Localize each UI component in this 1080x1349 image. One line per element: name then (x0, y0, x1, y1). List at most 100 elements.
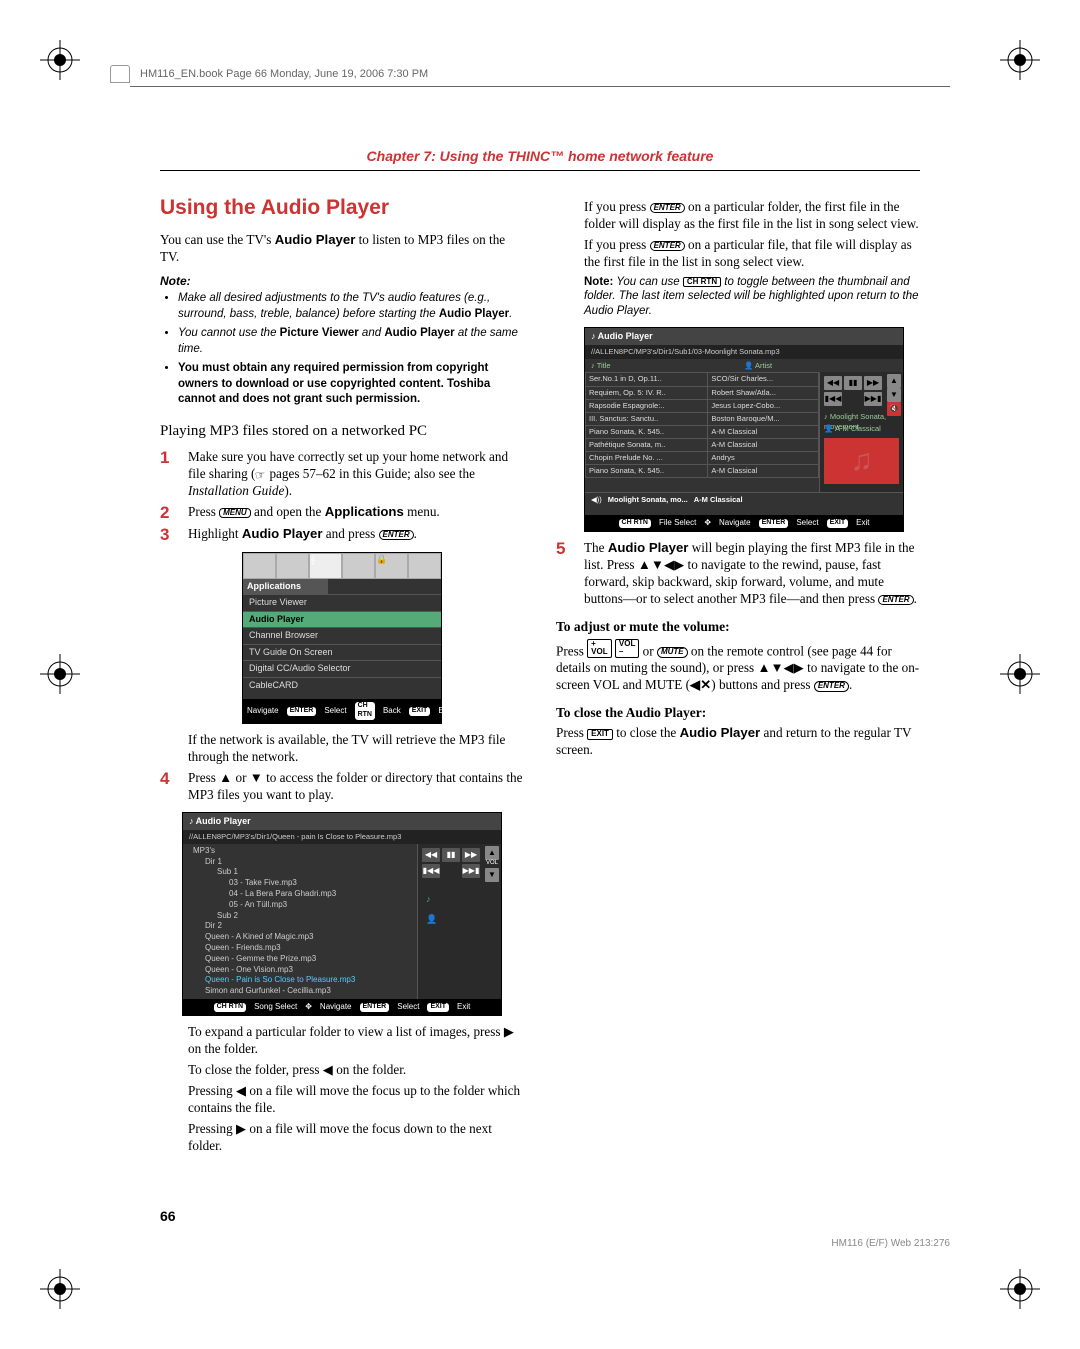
step-number: 2 (160, 504, 176, 522)
reg-mark-icon (1000, 654, 1040, 694)
osd-tab-icon (276, 553, 309, 579)
skip-fwd-icon: ▶▶▮ (462, 864, 480, 878)
enter-key-icon: ENTER (379, 530, 414, 540)
rewind-icon: ◀◀ (422, 848, 440, 862)
page-header-line: HM116_EN.book Page 66 Monday, June 19, 2… (110, 65, 428, 83)
step4-after2: To close the folder, press ◀ on the fold… (188, 1062, 524, 1079)
footer-code: HM116 (E/F) Web 213:276 (831, 1238, 950, 1249)
dpad-icon: ✥ (305, 1002, 312, 1012)
adjust-volume-text: Press +VOL VOL– or MUTE on the remote co… (556, 639, 920, 694)
osd-now-playing: ◀)) Moolight Sonata, mo... A-M Classical (585, 492, 903, 507)
col2-p1: If you press ENTER on a particular folde… (584, 199, 920, 233)
osd-tab-icon (342, 553, 375, 579)
exit-pill: EXIT (427, 1003, 449, 1012)
chrtn-pill: CH RTN (619, 519, 651, 528)
album-art-icon: ♫ (824, 438, 899, 484)
note-list: Make all desired adjustments to the TV's… (160, 291, 524, 408)
reg-mark-icon (40, 654, 80, 694)
enter-key-icon: ENTER (650, 241, 685, 251)
mute-key-icon: MUTE (657, 647, 688, 657)
col2-note: Note: You can use CH RTN to toggle betwe… (584, 275, 920, 319)
reg-mark-icon (40, 1269, 80, 1309)
enter-pill: ENTER (360, 1003, 390, 1012)
note-heading: Note: (160, 274, 524, 289)
chrtn-pill: CH RTN (355, 702, 375, 720)
step-3: 3 Highlight Audio Player and press ENTER… (160, 526, 524, 544)
step4-after4: Pressing ▶ on a file will move the focus… (188, 1121, 524, 1155)
vol-label: VOL (485, 860, 499, 868)
reg-mark-icon (40, 40, 80, 80)
osd-menu-item: TV Guide On Screen (243, 644, 441, 661)
exit-pill: EXIT (409, 707, 431, 716)
step4-after1: To expand a particular folder to view a … (188, 1024, 524, 1058)
osd-menu-item: Channel Browser (243, 627, 441, 644)
intro-paragraph: You can use the TV's Audio Player to lis… (160, 232, 524, 266)
mute-symbol-icon: ◀✕ (690, 677, 711, 692)
chrtn-key-icon: CH RTN (683, 277, 721, 287)
osd-menu-item-selected: Audio Player (243, 611, 441, 628)
dpad-icon: ✥ (232, 706, 239, 716)
osd-menu-item: CableCARD (243, 677, 441, 694)
vol-down-icon: ▼ (887, 388, 901, 402)
skip-back-icon: ▮◀◀ (422, 864, 440, 878)
dpad-icon: ✥ (704, 518, 711, 528)
vol-down-key-icon: VOL– (615, 639, 639, 658)
music-note-icon: ♪ (426, 894, 431, 906)
close-player-heading: To close the Audio Player: (556, 704, 920, 721)
book-icon (110, 65, 130, 83)
osd-help-bar: CH RTNFile Select ✥Navigate ENTERSelect … (585, 515, 903, 531)
note-item: You cannot use the Picture Viewer and Au… (178, 326, 524, 357)
osd-path: //ALLEN8PC/MP3's/Dir1/Queen - pain Is Cl… (183, 830, 501, 844)
vol-down-icon: ▼ (485, 868, 499, 882)
step3-after: If the network is available, the TV will… (188, 732, 524, 766)
osd-section-label: Applications (243, 579, 328, 595)
osd-audio-player-list: ♪ Audio Player //ALLEN8PC/MP3's/Dir1/Sub… (584, 327, 904, 533)
side-artist: 👤 A-M Classical (824, 424, 881, 434)
osd-tab-row: 𝄞 🔒 (243, 553, 441, 579)
enter-pill: ENTER (287, 707, 317, 716)
person-icon: 👤 (426, 914, 437, 926)
note-item: Make all desired adjustments to the TV's… (178, 291, 524, 322)
osd-title: ♪ Audio Player (585, 328, 903, 346)
step-1: 1 Make sure you have correctly set up yo… (160, 449, 524, 500)
chapter-rule (160, 170, 920, 171)
step4-after3: Pressing ◀ on a file will move the focus… (188, 1083, 524, 1117)
step-5: 5 The Audio Player will begin playing th… (556, 540, 920, 608)
col2-p2: If you press ENTER on a particular file,… (584, 237, 920, 271)
osd-tab-icon: 𝄞 (309, 553, 342, 579)
osd-tab-icon (243, 553, 276, 579)
osd-help-bar: CH RTNSong Select ✥Navigate ENTERSelect … (183, 999, 501, 1015)
osd-transport-panel: ◀◀ ▮▮ ▶▶ ▮◀◀ ▶▶▮ ▲ VOL ▼ ♪ 👤 (417, 844, 501, 999)
header-text: HM116_EN.book Page 66 Monday, June 19, 2… (140, 68, 428, 80)
adjust-volume-heading: To adjust or mute the volume: (556, 618, 920, 635)
osd-tab-icon (408, 553, 441, 579)
vol-up-icon: ▲ (887, 374, 901, 388)
osd-menu-item: Digital CC/Audio Selector (243, 660, 441, 677)
page-number: 66 (160, 1208, 176, 1224)
osd-path: //ALLEN8PC/MP3's/Dir1/Sub1/03-Moonlight … (585, 345, 903, 359)
osd-title: ♪ Audio Player (183, 813, 501, 831)
close-player-text: Press EXIT to close the Audio Player and… (556, 725, 920, 759)
ffwd-icon: ▶▶ (864, 376, 882, 390)
speaker-icon: ◀)) (591, 495, 602, 505)
step-number: 1 (160, 449, 176, 500)
ffwd-icon: ▶▶ (462, 848, 480, 862)
osd-menu-item: Picture Viewer (243, 594, 441, 611)
left-column: Using the Audio Player You can use the T… (160, 195, 524, 1158)
skip-fwd-icon: ▶▶▮ (864, 392, 882, 406)
note-item: You must obtain any required permission … (178, 361, 524, 408)
step-number: 3 (160, 526, 176, 544)
osd-transport-panel: ◀◀ ▮▮ ▶▶ ▮◀◀ ▶▶▮ ▲ ▼ 🔇 ♪ Moolight Sonata… (819, 372, 903, 492)
osd-tab-icon: 🔒 (375, 553, 408, 579)
menu-key-icon: MENU (219, 508, 251, 518)
rewind-icon: ◀◀ (824, 376, 842, 390)
enter-pill: ENTER (759, 519, 789, 528)
skip-back-icon: ▮◀◀ (824, 392, 842, 406)
osd-audio-player-tree: ♪ Audio Player //ALLEN8PC/MP3's/Dir1/Que… (182, 812, 502, 1017)
subsection-heading: Playing MP3 files stored on a networked … (160, 422, 524, 441)
pause-icon: ▮▮ (442, 848, 460, 862)
reg-mark-icon (1000, 40, 1040, 80)
enter-key-icon: ENTER (814, 681, 849, 691)
reg-mark-icon (1000, 1269, 1040, 1309)
section-title: Using the Audio Player (160, 195, 524, 222)
